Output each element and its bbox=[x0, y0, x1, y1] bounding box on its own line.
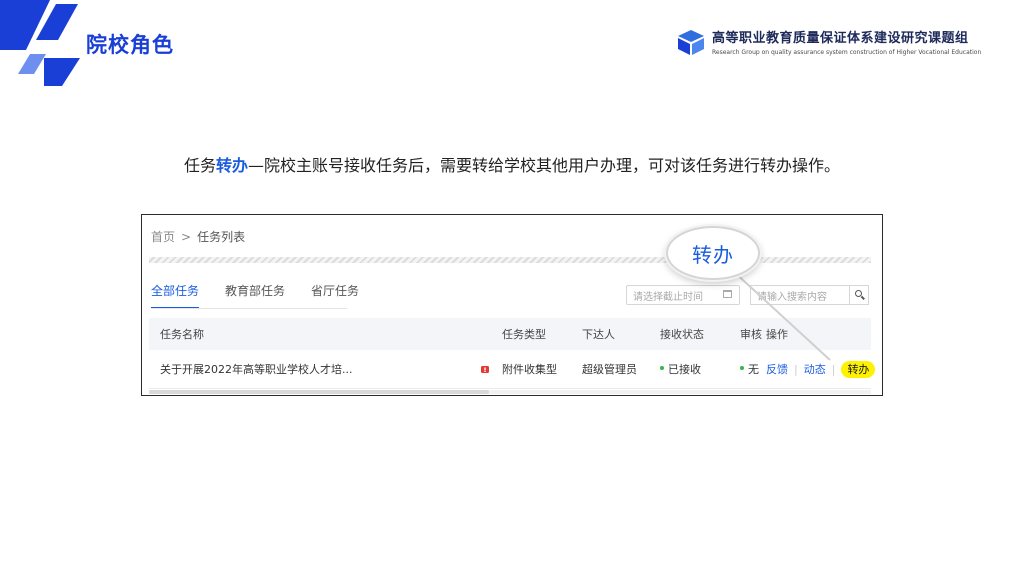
activity-link[interactable]: 动态 bbox=[804, 363, 826, 376]
task-type: 附件收集型 bbox=[502, 363, 557, 376]
task-issuer: 超级管理员 bbox=[582, 363, 637, 376]
status-dot bbox=[660, 366, 664, 370]
alarm-icon bbox=[481, 366, 489, 373]
table-row: 关于开展2022年高等职业学校人才培... 附件收集型 超级管理员 已接收 无 … bbox=[149, 350, 882, 389]
slide-title: 院校角色 bbox=[86, 33, 174, 57]
deadline-placeholder: 请选择截止时间 bbox=[633, 291, 703, 303]
tab-ministry-tasks[interactable]: 教育部任务 bbox=[225, 282, 285, 309]
table-header: 任务名称 任务类型 下达人 接收状态 审核 操作 bbox=[149, 318, 871, 350]
task-tabs: 全部任务 教育部任务 省厅任务 bbox=[151, 282, 385, 309]
breadcrumb-separator-icon: > bbox=[181, 230, 192, 244]
receive-status: 已接收 bbox=[660, 361, 701, 377]
magnifier-label: 转办 bbox=[692, 242, 734, 267]
col-actions: 操作 bbox=[766, 328, 788, 341]
deadline-date-picker[interactable]: 请选择截止时间 bbox=[626, 285, 740, 305]
magnifier-callout: 转办 bbox=[666, 226, 760, 280]
row-actions: 反馈 | 动态 | 转办 bbox=[766, 361, 882, 378]
feedback-link[interactable]: 反馈 bbox=[766, 363, 788, 376]
caption-text: —院校主账号接收任务后，需要转给学校其他用户办理，可对该任务进行转办操作。 bbox=[248, 156, 841, 175]
review-status-text: 无 bbox=[748, 363, 759, 376]
calendar-icon bbox=[723, 290, 732, 298]
search-icon bbox=[855, 290, 862, 297]
search-button[interactable] bbox=[849, 285, 869, 305]
org-header: 高等职业教育质量保证体系建设研究课题组 Research Group on qu… bbox=[676, 27, 981, 56]
cube-logo-icon bbox=[678, 29, 704, 55]
tabs-underline bbox=[151, 308, 347, 309]
transfer-link[interactable]: 转办 bbox=[841, 361, 876, 378]
caption-highlight: 转办 bbox=[215, 156, 248, 175]
col-review: 审核 bbox=[740, 328, 762, 341]
org-name-cn: 高等职业教育质量保证体系建设研究课题组 bbox=[712, 31, 969, 46]
col-issuer: 下达人 bbox=[582, 328, 615, 341]
app-screenshot: 首页 > 任务列表 全部任务 教育部任务 省厅任务 请选择截止时间 请输入搜索内容 … bbox=[141, 214, 883, 396]
receive-status-text: 已接收 bbox=[668, 363, 701, 376]
search-placeholder: 请输入搜索内容 bbox=[757, 291, 827, 303]
breadcrumb-home[interactable]: 首页 bbox=[151, 230, 175, 244]
col-task-type: 任务类型 bbox=[502, 328, 546, 341]
task-name[interactable]: 关于开展2022年高等职业学校人才培... bbox=[160, 361, 352, 377]
corner-decoration bbox=[0, 0, 80, 86]
breadcrumb: 首页 > 任务列表 bbox=[151, 228, 245, 245]
col-task-name: 任务名称 bbox=[160, 328, 204, 341]
review-status: 无 bbox=[740, 361, 759, 377]
caption: 任务转办—院校主账号接收任务后，需要转给学校其他用户办理，可对该任务进行转办操作… bbox=[0, 152, 1024, 176]
caption-prefix: 任务 bbox=[183, 156, 216, 175]
breadcrumb-current: 任务列表 bbox=[197, 230, 246, 244]
scrollbar-thumb[interactable] bbox=[149, 390, 489, 394]
col-receive-status: 接收状态 bbox=[660, 328, 704, 341]
org-name-en: Research Group on quality assurance syst… bbox=[712, 49, 982, 56]
search-input[interactable]: 请输入搜索内容 bbox=[750, 285, 849, 305]
tab-province-tasks[interactable]: 省厅任务 bbox=[311, 282, 359, 309]
tab-all-tasks[interactable]: 全部任务 bbox=[151, 282, 200, 309]
horizontal-scrollbar[interactable] bbox=[149, 390, 871, 394]
header-divider bbox=[149, 257, 871, 263]
status-dot bbox=[740, 366, 744, 370]
